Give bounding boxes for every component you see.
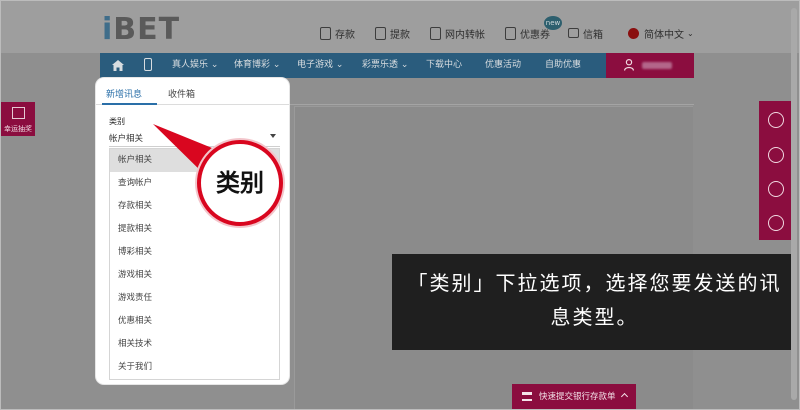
chat-bot-icon[interactable]	[768, 181, 784, 197]
bank-icon	[522, 392, 532, 401]
tutorial-caption: 「类别」下拉选项，选择您要发送的讯息类型。	[392, 254, 797, 350]
quick-bank-deposit-button[interactable]: 快速提交银行存款单	[512, 384, 636, 409]
right-support-bar	[759, 101, 793, 240]
lucky-draw-button[interactable]: 幸运抽奖	[1, 102, 35, 136]
phone-icon[interactable]	[768, 215, 784, 231]
headset-icon[interactable]	[768, 112, 784, 128]
wechat-icon[interactable]	[768, 147, 784, 163]
chevron-up-icon	[620, 392, 629, 401]
gift-icon	[12, 107, 25, 119]
scrollbar-thumb[interactable]	[791, 8, 797, 400]
callout-bubble: 类别	[197, 140, 283, 226]
scrollbar[interactable]	[790, 2, 798, 408]
